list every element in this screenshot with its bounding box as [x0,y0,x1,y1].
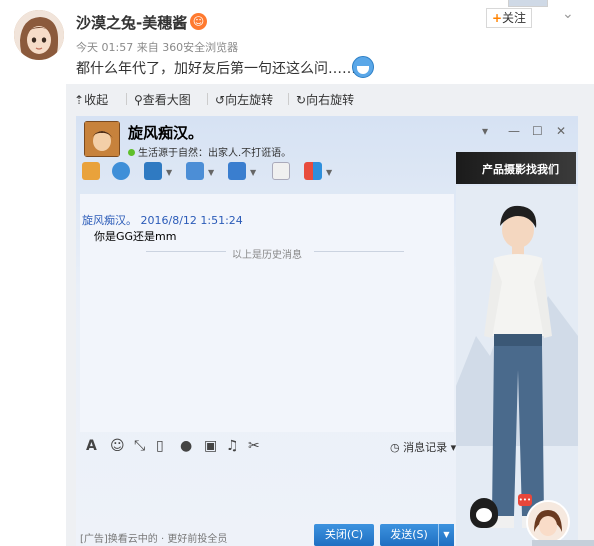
microphone-icon [82,162,100,180]
contact-avatar [84,121,120,157]
contact-status: 生活源于自然：出家人.不打诳语。 [128,144,291,159]
share-screen-icon [144,162,162,180]
vip-badge-icon[interactable]: ☺ [190,13,207,30]
post-meta: 今天 01:57 来自 360安全浏览器 [76,41,239,54]
follow-label: 关注 [502,11,527,25]
vibrate-icon: ▯ [156,438,164,454]
history-divider [146,251,226,252]
rotate-left-icon: ↺ [215,93,226,107]
emoji-icon: ☺ [110,438,125,454]
rotate-right-icon: ↻ [296,93,307,107]
font-icon: A [86,438,97,454]
history-label: 以上是历史消息 [232,250,302,261]
plus-icon: + [491,11,503,25]
remote-desktop-icon [228,162,246,180]
chevron-down-icon[interactable]: ⌄ [562,6,574,22]
post-text: 都什么年代了，加好友后第一句还这么问…… [76,61,356,77]
chevron-down-icon: ▼ [326,168,333,177]
rotate-left-button[interactable]: ↺向左旋转 [215,91,273,108]
maximize-icon: ☐ [532,124,543,138]
ad-text: [广告]换看云中的 · 更好前投全员 [80,534,228,545]
thumbnail-strip [532,540,594,546]
chevron-down-icon: ▼ [250,168,257,177]
girl-avatar [526,500,570,544]
webcam-icon [112,162,130,180]
image-toolbar: ⇡收起 ⚲查看大图 ↺向左旋转 ↻向右旋转 [66,86,594,110]
send-file-icon [186,162,204,180]
picture-icon: ▣ [204,438,218,454]
create-discussion-icon [272,162,290,180]
collapse-button[interactable]: ⇡收起 [74,91,108,108]
chevron-down-icon: ▼ [166,168,173,177]
status-text: 生活源于自然：出家人.不打诳语。 [138,148,292,159]
rotate-right-button[interactable]: ↻向右旋转 [296,91,354,108]
user-avatar[interactable] [14,10,64,60]
contact-name: 旋风痴汉。 [128,124,204,142]
chevron-down-icon: ▾ [482,124,489,138]
message-record-label: 消息记录 [403,441,448,454]
ad-banner: 产品摄影找我们 [456,152,576,184]
toolbar-divider [288,93,289,105]
history-divider [314,251,404,252]
search-icon: ⚲ [134,93,143,107]
online-status-icon [128,149,135,156]
thumbnail-strip [508,0,548,7]
rotate-left-label: 向左旋转 [225,93,274,107]
message-body: 你是GG还是mm [94,230,177,243]
qq-chat-screenshot: 旋风痴汉。 生活源于自然：出家人.不打诳语。 ▾ — ☐ ✕ ▼ ▼ ▼ ▼ 旋… [76,116,578,546]
minimize-icon: — [508,124,520,138]
doraemon-emoji-icon [352,56,374,78]
username[interactable]: 沙漠之兔-美穗酱 [76,12,187,33]
view-large-button[interactable]: ⚲查看大图 [134,91,191,108]
input-toolbar: A ☺ ⤡ ▯ ● ▣ ♫ ✂ ◷ 消息记录 ▾ [80,434,457,458]
apps-icon [304,162,322,180]
close-button: 关闭(C) [314,524,374,546]
collapse-label: 收起 [84,93,109,107]
follow-button[interactable]: +关注 [486,8,532,28]
scissors-icon: ✂ [248,438,260,454]
rotate-right-label: 向右旋转 [306,93,355,107]
send-button: 发送(S) [380,524,438,546]
chevron-down-icon: ▼ [208,168,215,177]
clock-icon: ◷ [390,441,400,454]
music-icon: ♫ [226,438,239,454]
message-sender-time: 旋风痴汉。 2016/8/12 1:51:24 [82,214,243,227]
character-illustration [456,186,578,546]
toolbar-divider [207,93,208,105]
collapse-icon: ⇡ [74,93,85,107]
message-record: ◷ 消息记录 ▾ [390,441,457,454]
voice-message-icon: ● [180,438,193,454]
close-icon: ✕ [556,124,567,138]
view-large-label: 查看大图 [142,93,191,107]
qq-penguin-icon [470,498,498,528]
shake-icon: ⤡ [134,438,146,454]
toolbar-divider [126,93,127,105]
chevron-down-icon: ▼ [438,524,454,546]
